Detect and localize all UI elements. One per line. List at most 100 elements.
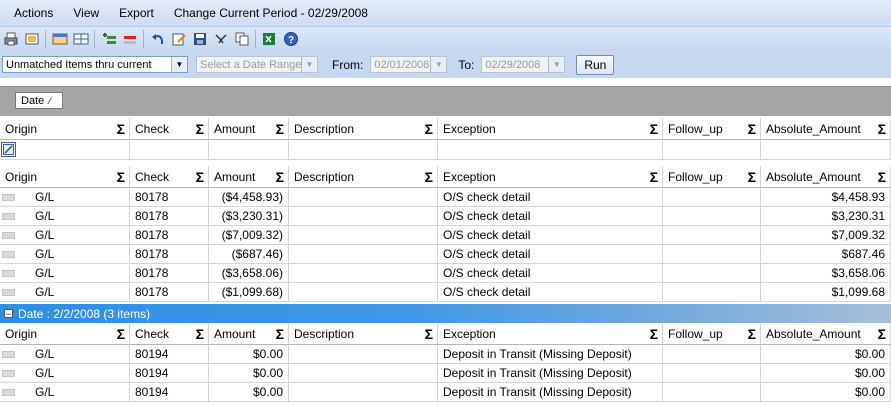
amount-cell[interactable]: ($7,009.32) [209,226,289,245]
exception-cell[interactable]: Deposit in Transit (Missing Deposit) [438,345,663,364]
col-absolute-amount-header[interactable]: Absolute_Amount Σ [761,324,891,345]
check-cell[interactable]: 80178 [130,245,209,264]
sum-icon[interactable]: Σ [748,121,756,137]
add-row-icon[interactable] [101,31,117,47]
chevron-down-icon[interactable]: ▼ [430,57,447,72]
description-cell[interactable] [289,245,438,264]
exception-cell[interactable]: O/S check detail [438,226,663,245]
check-cell[interactable]: 80178 [130,188,209,207]
col-description-header[interactable]: Description Σ [289,324,438,345]
sum-icon[interactable]: Σ [650,169,658,185]
sum-icon[interactable]: Σ [117,169,125,185]
amount-cell[interactable]: ($3,230.31) [209,207,289,226]
sum-icon[interactable]: Σ [425,326,433,342]
col-origin-header[interactable]: Origin Σ [0,118,130,140]
undo-icon[interactable] [150,31,166,47]
date-range-select[interactable]: Select a Date Range ▼ [196,56,318,73]
sum-icon[interactable]: Σ [878,326,886,342]
row-selector[interactable] [2,388,15,396]
filter-cell[interactable] [438,140,663,160]
description-cell[interactable] [289,283,438,302]
sum-icon[interactable]: Σ [878,121,886,137]
follow-up-cell[interactable] [663,364,761,383]
row-selector[interactable] [2,350,15,358]
col-check-header[interactable]: Check Σ [130,118,209,140]
filter-cell[interactable] [130,140,209,160]
filter-cell[interactable] [289,140,438,160]
print-preview-icon[interactable] [24,31,40,47]
description-cell[interactable] [289,188,438,207]
run-button[interactable]: Run [576,54,615,75]
follow-up-cell[interactable] [663,283,761,302]
origin-cell[interactable]: G/L [0,345,130,364]
description-cell[interactable] [289,264,438,283]
col-follow-up-header[interactable]: Follow_up Σ [663,166,761,188]
origin-cell[interactable]: G/L [0,188,130,207]
exception-cell[interactable]: O/S check detail [438,207,663,226]
group-by-date-tag[interactable]: Date ⁄ [15,92,63,109]
origin-cell[interactable]: G/L [0,207,130,226]
absolute-amount-cell[interactable]: $0.00 [761,345,891,364]
filter-row-icon[interactable] [1,142,16,157]
row-selector[interactable] [2,212,15,220]
delete-row-icon[interactable] [122,31,138,47]
table-row[interactable]: G/L 80194 $0.00 Deposit in Transit (Missing… [0,364,891,383]
table-row[interactable]: G/L 80178 ($3,230.31) O/S check detail $3,23… [0,207,891,226]
absolute-amount-cell[interactable]: $3,230.31 [761,207,891,226]
follow-up-cell[interactable] [663,345,761,364]
items-select[interactable]: Unmatched Items thru current ▼ [2,56,188,73]
origin-cell[interactable]: G/L [0,283,130,302]
sum-icon[interactable]: Σ [117,326,125,342]
grid-icon[interactable] [73,31,89,47]
check-cell[interactable]: 80194 [130,364,209,383]
follow-up-cell[interactable] [663,264,761,283]
filter-icon[interactable] [213,31,229,47]
amount-cell[interactable]: $0.00 [209,383,289,402]
sum-icon[interactable]: Σ [276,121,284,137]
chevron-down-icon[interactable]: ▼ [548,57,565,72]
absolute-amount-cell[interactable]: $687.46 [761,245,891,264]
check-cell[interactable]: 80178 [130,226,209,245]
exception-cell[interactable]: Deposit in Transit (Missing Deposit) [438,364,663,383]
col-exception-header[interactable]: Exception Σ [438,324,663,345]
follow-up-cell[interactable] [663,383,761,402]
menu-export[interactable]: Export [119,6,154,20]
table-row[interactable]: G/L 80178 ($4,458.93) O/S check detail $4,45… [0,188,891,207]
origin-cell[interactable]: G/L [0,264,130,283]
follow-up-cell[interactable] [663,245,761,264]
sum-icon[interactable]: Σ [878,169,886,185]
col-amount-header[interactable]: Amount Σ [209,118,289,140]
filter-cell[interactable] [663,140,761,160]
help-icon[interactable]: ? [283,31,299,47]
menu-change-period[interactable]: Change Current Period - 02/29/2008 [174,6,368,20]
description-cell[interactable] [289,364,438,383]
row-selector[interactable] [2,250,15,258]
check-cell[interactable]: 80178 [130,283,209,302]
check-cell[interactable]: 80178 [130,264,209,283]
exception-cell[interactable]: O/S check detail [438,245,663,264]
col-absolute-amount-header[interactable]: Absolute_Amount Σ [761,118,891,140]
col-exception-header[interactable]: Exception Σ [438,166,663,188]
check-cell[interactable]: 80194 [130,345,209,364]
origin-cell[interactable]: G/L [0,364,130,383]
group-row-header[interactable]: − Date : 2/2/2008 (3 items) [0,304,891,323]
filter-cell[interactable] [761,140,891,160]
amount-cell[interactable]: $0.00 [209,364,289,383]
col-absolute-amount-header[interactable]: Absolute_Amount Σ [761,166,891,188]
table-row[interactable]: G/L 80178 ($1,099.68) O/S check detail $1,09… [0,283,891,302]
col-description-header[interactable]: Description Σ [289,118,438,140]
exception-cell[interactable]: Deposit in Transit (Missing Deposit) [438,383,663,402]
row-selector[interactable] [2,193,15,201]
absolute-amount-cell[interactable]: $0.00 [761,383,891,402]
follow-up-cell[interactable] [663,207,761,226]
check-cell[interactable]: 80194 [130,383,209,402]
sum-icon[interactable]: Σ [276,169,284,185]
absolute-amount-cell[interactable]: $3,658.06 [761,264,891,283]
follow-up-cell[interactable] [663,226,761,245]
amount-cell[interactable]: $0.00 [209,345,289,364]
sum-icon[interactable]: Σ [196,169,204,185]
row-selector[interactable] [2,231,15,239]
filter-cell[interactable] [0,140,130,160]
excel-icon[interactable] [262,31,278,47]
table-row[interactable]: G/L 80178 ($687.46) O/S check detail $687.46 [0,245,891,264]
